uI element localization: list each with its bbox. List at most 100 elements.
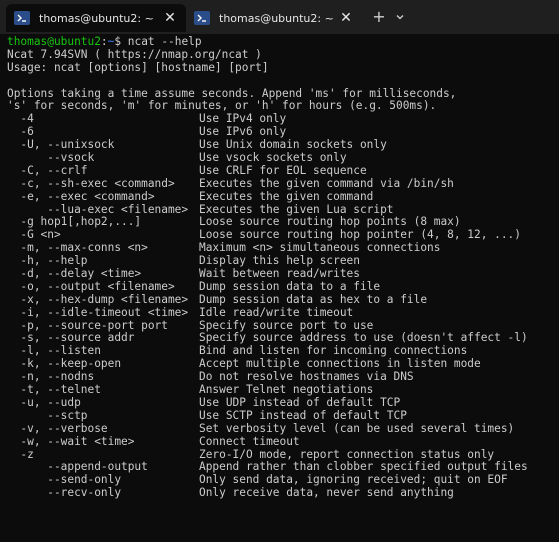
option-flag: -C, --crlf — [7, 164, 88, 177]
chevron-down-icon[interactable] — [392, 8, 408, 26]
terminal-output[interactable]: thomas@ubuntu2:~$ ncat --help Ncat 7.94S… — [7, 36, 559, 542]
option-description: Use Unix domain sockets only — [199, 139, 387, 152]
option-description: Do not resolve hostnames via DNS — [199, 371, 414, 384]
option-description: Executes the given command via /bin/sh — [199, 177, 454, 190]
option-description: Idle read/write timeout — [199, 306, 354, 319]
option-row: --lua-exec <filename> Executes the given … — [7, 204, 559, 217]
option-description: Specify source address to use (doesn't a… — [199, 332, 528, 345]
option-description: Dump session data to a file — [199, 280, 381, 293]
option-row: -e, --exec <command> Executes the given c… — [7, 191, 559, 204]
option-description: Executes the given Lua script — [199, 203, 394, 216]
tab-inactive[interactable]: thomas@ubuntu2: ~ ✕ — [186, 4, 362, 32]
option-description: Only send data, ignoring received; quit … — [199, 474, 508, 487]
tab-title: thomas@ubuntu2: ~ — [39, 11, 154, 25]
terminal-window: thomas@ubuntu2: ~ ✕ thomas@ubuntu2: ~ ✕ … — [0, 0, 559, 542]
close-icon[interactable]: ✕ — [162, 10, 178, 26]
option-row: --append-output Append rather than clobbe… — [7, 461, 559, 474]
option-flag: -z — [7, 448, 34, 461]
new-tab-button[interactable]: + — [370, 8, 388, 26]
option-description: Use IPv4 only — [199, 113, 287, 126]
option-description: Zero-I/O mode, report connection status … — [199, 448, 495, 461]
option-row: -6 Use IPv6 only — [7, 126, 559, 139]
option-description: Set verbosity level (can be used several… — [199, 422, 515, 435]
option-row: -z Zero-I/O mode, report connection statu… — [7, 449, 559, 462]
option-row: -i, --idle-timeout <time> Idle read/write… — [7, 307, 559, 320]
intro-line: Options taking a time assume seconds. Ap… — [7, 87, 457, 100]
option-row: --recv-only Only receive data, never send… — [7, 487, 559, 500]
option-flag: --lua-exec <filename> — [7, 203, 189, 216]
usage-line: Usage: ncat [options] [hostname] [port] — [7, 61, 269, 74]
option-flag: -o, --output <filename> — [7, 280, 175, 293]
intro-line: 's' for seconds, 'm' for minutes, or 'h'… — [7, 100, 437, 113]
option-flag: -6 — [7, 126, 34, 139]
option-description: Wait between read/writes — [199, 268, 360, 281]
option-description: Accept multiple connections in listen mo… — [199, 358, 481, 371]
tab-active[interactable]: thomas@ubuntu2: ~ ✕ — [6, 4, 186, 32]
option-row: -d, --delay <time> Wait between read/writ… — [7, 268, 559, 281]
option-flag: -w, --wait <time> — [7, 435, 135, 448]
option-description: Use CRLF for EOL sequence — [199, 164, 367, 177]
option-flag: -s, --source addr — [7, 332, 135, 345]
option-flag: -x, --hex-dump <filename> — [7, 293, 189, 306]
option-flag: -e, --exec <command> — [7, 190, 155, 203]
option-row: -w, --wait <time> Connect timeout — [7, 436, 559, 449]
option-flag: -4 — [7, 113, 34, 126]
option-description: Loose source routing hop pointer (4, 8, … — [199, 229, 521, 242]
option-row: -C, --crlf Use CRLF for EOL sequence — [7, 165, 559, 178]
option-flag: -d, --delay <time> — [7, 268, 142, 281]
option-description: Answer Telnet negotiations — [199, 384, 374, 397]
option-row: -c, --sh-exec <command> Executes the give… — [7, 178, 559, 191]
option-flag: -k, --keep-open — [7, 358, 122, 371]
option-row: -o, --output <filename> Dump session data… — [7, 281, 559, 294]
option-flag: -h, --help — [7, 255, 88, 268]
option-row: -m, --max-conns <n> Maximum <n> simultane… — [7, 242, 559, 255]
option-flag: --append-output — [7, 461, 148, 474]
linux-terminal-icon — [194, 11, 210, 25]
option-flag: -p, --source-port port — [7, 319, 168, 332]
option-row: -l, --listen Bind and listen for incoming… — [7, 345, 559, 358]
option-flag: -c, --sh-exec <command> — [7, 177, 175, 190]
option-row: -t, --telnet Answer Telnet negotiations — [7, 384, 559, 397]
option-description: Append rather than clobber specified out… — [199, 461, 528, 474]
option-row: -s, --source addr Specify source address … — [7, 332, 559, 345]
close-icon[interactable]: ✕ — [338, 10, 354, 26]
option-description: Connect timeout — [199, 435, 300, 448]
option-description: Display this help screen — [199, 255, 360, 268]
option-row: -x, --hex-dump <filename> Dump session da… — [7, 294, 559, 307]
option-flag: --recv-only — [7, 487, 122, 500]
option-row: -4 Use IPv4 only — [7, 113, 559, 126]
option-flag: -v, --verbose — [7, 422, 108, 435]
option-flag: --send-only — [7, 474, 122, 487]
option-row: -G <n> Loose source routing hop pointer (… — [7, 229, 559, 242]
linux-terminal-icon — [14, 11, 30, 25]
option-flag: --vsock — [7, 152, 95, 165]
option-flag: -i, --idle-timeout <time> — [7, 306, 189, 319]
version-line: Ncat 7.94SVN ( https://nmap.org/ncat ) — [7, 48, 262, 61]
option-flag: -g hop1[,hop2,...] — [7, 216, 142, 229]
option-description: Use IPv6 only — [199, 126, 287, 139]
option-description: Executes the given command — [199, 190, 374, 203]
option-description: Specify source port to use — [199, 319, 374, 332]
option-row: -g hop1[,hop2,...] Loose source routing h… — [7, 216, 559, 229]
option-description: Use vsock sockets only — [199, 152, 347, 165]
option-description: Dump session data as hex to a file — [199, 293, 428, 306]
option-row: --send-only Only send data, ignoring rece… — [7, 474, 559, 487]
option-flag: -l, --listen — [7, 345, 101, 358]
option-row: -v, --verbose Set verbosity level (can be… — [7, 423, 559, 436]
option-row: -U, --unixsock Use Unix domain sockets on… — [7, 139, 559, 152]
option-flag: -G <n> — [7, 229, 61, 242]
option-row: --sctp Use SCTP instead of default TCP — [7, 410, 559, 423]
option-row: -u, --udp Use UDP instead of default TCP — [7, 397, 559, 410]
option-row: -h, --help Display this help screen — [7, 255, 559, 268]
option-flag: -m, --max-conns <n> — [7, 242, 148, 255]
option-description: Use SCTP instead of default TCP — [199, 409, 407, 422]
option-flag: --sctp — [7, 409, 88, 422]
option-flag: -U, --unixsock — [7, 139, 115, 152]
option-flag: -n, --nodns — [7, 371, 95, 384]
command-text: ncat --help — [127, 36, 202, 48]
prompt-user-host: thomas@ubuntu2 — [7, 36, 101, 48]
prompt-line: thomas@ubuntu2:~$ ncat --help — [7, 36, 559, 49]
prompt-separator: : — [100, 36, 108, 48]
option-row: --vsock Use vsock sockets only — [7, 152, 559, 165]
